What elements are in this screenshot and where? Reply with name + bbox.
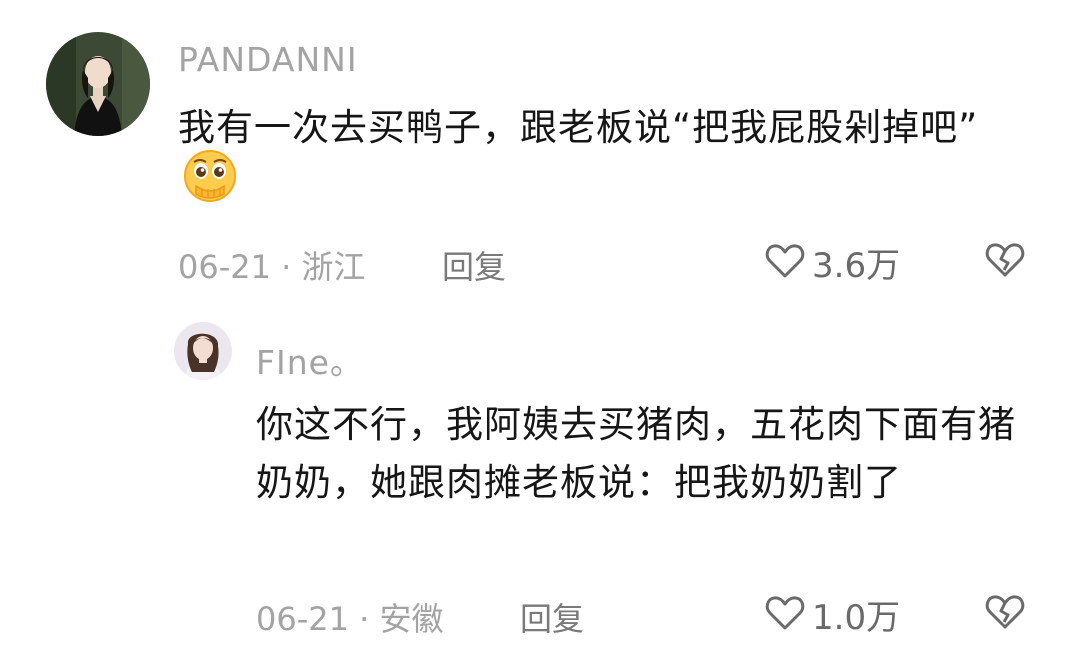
comment-text: 我有一次去买鸭子，跟老板说“把我屁股剁掉吧” — [178, 106, 979, 149]
avatar[interactable] — [46, 32, 150, 136]
like-button[interactable]: 3.6万 — [764, 238, 900, 287]
dislike-button[interactable] — [984, 591, 1026, 637]
broken-heart-icon — [984, 243, 1026, 285]
heart-outline-icon — [764, 240, 806, 286]
like-count: 1.0万 — [812, 598, 901, 638]
username[interactable]: PANDANNI — [178, 40, 358, 79]
comment-meta: 06-21 · 安徽 — [256, 594, 444, 640]
comment-body: 我有一次去买鸭子，跟老板说“把我屁股剁掉吧” — [178, 100, 1018, 220]
broken-heart-icon — [984, 595, 1026, 637]
dislike-button[interactable] — [984, 239, 1026, 285]
comment-meta: 06-21 · 浙江 — [178, 242, 366, 288]
username[interactable]: FIne。 — [256, 336, 364, 384]
pleading-face-emoji-icon — [182, 148, 238, 220]
meta-separator: · — [281, 248, 292, 286]
comment-thread: PANDANNI 我有一次去买鸭子，跟老板说“把我屁股剁掉吧” 06-21 · … — [0, 0, 1080, 652]
comment-location: 浙江 — [301, 248, 366, 286]
heart-outline-icon — [764, 592, 806, 638]
comment-text: 你这不行，我阿姨去买猪肉，五花肉下面有猪奶奶，她跟肉摊老板说：把我奶奶割了 — [256, 403, 1016, 504]
comment-date: 06-21 — [178, 248, 271, 286]
comment-location: 安徽 — [379, 600, 444, 638]
like-button[interactable]: 1.0万 — [764, 590, 900, 639]
reply-button[interactable]: 回复 — [520, 594, 584, 640]
like-count: 3.6万 — [812, 246, 901, 286]
meta-separator: · — [359, 600, 370, 638]
avatar[interactable] — [174, 322, 232, 380]
comment-date: 06-21 — [256, 600, 349, 638]
reply-button[interactable]: 回复 — [442, 242, 506, 288]
